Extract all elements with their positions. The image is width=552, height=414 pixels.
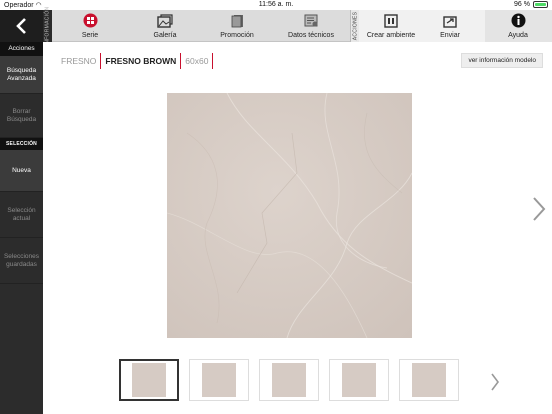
breadcrumb-serie[interactable]: FRESNO bbox=[61, 53, 102, 69]
toolbar: INFORMACIÓN Serie Galería Promoción Dato… bbox=[0, 7, 552, 45]
chevron-left-icon bbox=[15, 18, 26, 34]
thumbnail-item[interactable] bbox=[329, 359, 389, 401]
sidebar: Acciones Búsqueda Avanzada Borrar Búsque… bbox=[0, 42, 43, 414]
sidebar-header-seleccion: SELECCIÓN bbox=[0, 138, 43, 150]
battery-icon bbox=[533, 1, 548, 8]
thumbnail-image bbox=[272, 363, 306, 397]
sidebar-header-acciones: Acciones bbox=[0, 42, 43, 56]
breadcrumb: FRESNO FRESNO BROWN 60x60 bbox=[61, 53, 214, 69]
thumbnail-item[interactable] bbox=[259, 359, 319, 401]
crear-ambiente-button[interactable]: Crear ambiente bbox=[366, 10, 416, 42]
technical-data-icon bbox=[304, 12, 319, 29]
serie-button[interactable]: Serie bbox=[70, 10, 110, 42]
battery-percent: 96 % bbox=[514, 1, 530, 8]
chevron-right-icon bbox=[533, 197, 546, 221]
document-icon bbox=[231, 12, 244, 29]
datos-tecnicos-button[interactable]: Datos técnicos bbox=[283, 10, 339, 42]
thumbnails-next-button[interactable] bbox=[490, 372, 500, 397]
tab-informacion[interactable]: INFORMACIÓN bbox=[43, 7, 52, 45]
thumbnail-image bbox=[132, 363, 166, 397]
sidebar-item-selecciones-guardadas[interactable]: Selecciones guardadas bbox=[0, 238, 43, 284]
chevron-right-icon bbox=[491, 373, 499, 391]
grid-icon bbox=[83, 12, 98, 29]
tile-image bbox=[167, 93, 412, 338]
battery-status: 96 % bbox=[514, 1, 548, 8]
enviar-button[interactable]: Enviar bbox=[432, 10, 468, 42]
galeria-button[interactable]: Galería bbox=[145, 10, 185, 42]
sidebar-item-seleccion-actual[interactable]: Selección actual bbox=[0, 192, 43, 238]
sidebar-item-busqueda-avanzada[interactable]: Búsqueda Avanzada bbox=[0, 56, 43, 94]
ver-informacion-modelo-button[interactable]: ver información modelo bbox=[461, 53, 543, 68]
tab-acciones[interactable]: ACCIONES bbox=[350, 10, 359, 42]
next-arrow-button[interactable] bbox=[532, 196, 546, 227]
sidebar-item-borrar-busqueda[interactable]: Borrar Búsqueda bbox=[0, 94, 43, 138]
info-icon bbox=[511, 12, 526, 29]
back-button[interactable] bbox=[0, 10, 43, 42]
thumbnail-item[interactable] bbox=[189, 359, 249, 401]
thumbnail-item[interactable] bbox=[119, 359, 179, 401]
gallery-icon bbox=[157, 12, 173, 29]
thumbnail-image bbox=[412, 363, 446, 397]
thumbnail-image bbox=[202, 363, 236, 397]
promocion-button[interactable]: Promoción bbox=[215, 10, 259, 42]
clock: 11:56 a. m. bbox=[258, 1, 294, 8]
thumbnail-item[interactable] bbox=[399, 359, 459, 401]
status-bar: Operador ◠ 11:56 a. m. 96 % bbox=[0, 0, 552, 10]
breadcrumb-formato[interactable]: 60x60 bbox=[181, 53, 214, 69]
thumbnail-strip bbox=[119, 359, 459, 401]
breadcrumb-modelo[interactable]: FRESNO BROWN bbox=[101, 53, 182, 69]
send-icon bbox=[443, 12, 457, 29]
main-content: FRESNO FRESNO BROWN 60x60 ver informació… bbox=[43, 42, 552, 414]
sidebar-item-nueva[interactable]: Nueva bbox=[0, 150, 43, 192]
thumbnail-image bbox=[342, 363, 376, 397]
ayuda-button[interactable]: Ayuda bbox=[500, 10, 536, 42]
room-icon bbox=[384, 12, 398, 29]
